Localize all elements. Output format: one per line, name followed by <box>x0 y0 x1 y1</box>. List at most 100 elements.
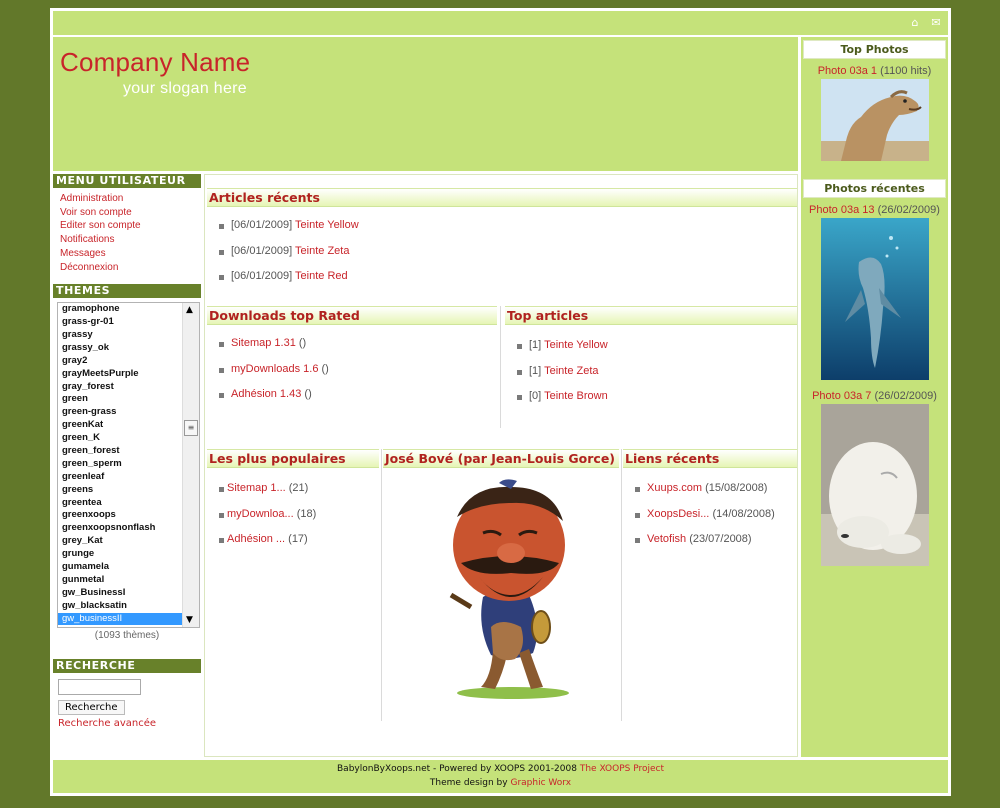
footer-xoops-link[interactable]: The XOOPS Project <box>580 764 664 774</box>
downloads-list: Sitemap 1.31 () myDownloads 1.6 () Adhés… <box>207 337 497 414</box>
scroll-thumb[interactable]: ≡ <box>184 420 198 437</box>
menu-item-logout[interactable]: Déconnexion <box>60 261 201 275</box>
theme-option[interactable]: grayMeetsPurple <box>58 368 182 381</box>
column-divider <box>621 449 622 721</box>
top-article-rank: [1] <box>529 339 542 351</box>
theme-option[interactable]: greenKat <box>58 419 182 432</box>
download-link[interactable]: myDownloads 1.6 <box>231 363 318 375</box>
theme-option[interactable]: grassy <box>58 329 182 342</box>
list-item: Vetofish (23/07/2008) <box>623 533 797 559</box>
theme-option[interactable]: greenxoops <box>58 509 182 522</box>
camel-photo[interactable] <box>820 79 929 161</box>
theme-option[interactable]: grey_Kat <box>58 535 182 548</box>
theme-option[interactable]: gray_forest <box>58 381 182 394</box>
top-articles-list: [1] Teinte Yellow [1] Teinte Zeta [0] Te… <box>505 339 797 416</box>
theme-option[interactable]: green <box>58 393 182 406</box>
scroll-up-icon[interactable]: ▲ <box>186 305 193 315</box>
top-photo-hits: (1100 hits) <box>880 65 932 77</box>
top-article-link[interactable]: Teinte Yellow <box>544 339 608 351</box>
theme-option[interactable]: gumamela <box>58 561 182 574</box>
recent-articles-list: [06/01/2009] Teinte Yellow [06/01/2009] … <box>207 219 797 296</box>
themes-scrollbar[interactable]: ▲ ≡ ▼ <box>182 303 199 628</box>
company-name[interactable]: Company Name <box>60 47 250 78</box>
menu-item-notifications[interactable]: Notifications <box>60 233 201 247</box>
top-article-link[interactable]: Teinte Brown <box>544 390 608 402</box>
theme-option[interactable]: gray2 <box>58 355 182 368</box>
download-meta: () <box>298 337 307 349</box>
recent-photo-1-caption: Photo 03a 13 (26/02/2009) <box>801 204 948 216</box>
theme-option[interactable]: green_K <box>58 432 182 445</box>
list-item: myDownloa... (18) <box>207 508 379 534</box>
recent-photo-1-link[interactable]: Photo 03a 13 <box>809 204 874 216</box>
theme-option[interactable]: gunmetal <box>58 574 182 587</box>
advanced-search-link[interactable]: Recherche avancée <box>58 718 201 729</box>
download-link[interactable]: Sitemap 1.31 <box>231 337 296 349</box>
download-link[interactable]: Adhésion 1.43 <box>231 388 301 400</box>
menu-item-view-account[interactable]: Voir son compte <box>60 206 201 220</box>
recent-articles-block: Articles récents [06/01/2009] Teinte Yel… <box>207 188 797 296</box>
list-item: XoopsDesi... (14/08/2008) <box>623 508 797 534</box>
recent-articles-title: Articles récents <box>207 188 797 207</box>
themes-listbox[interactable]: gramophone grass-gr-01 grassy grassy_ok gray… <box>57 302 200 629</box>
theme-option[interactable]: green_sperm <box>58 458 182 471</box>
popular-link[interactable]: Sitemap 1... <box>227 482 286 494</box>
search-input[interactable] <box>58 679 141 696</box>
home-icon[interactable]: ⌂ <box>909 17 921 29</box>
theme-option[interactable]: gw_BusinessI <box>58 587 182 600</box>
list-item: myDownloads 1.6 () <box>207 363 497 389</box>
bove-title: José Bové (par Jean-Louis Gorce) <box>383 449 619 468</box>
download-meta: () <box>321 362 329 375</box>
theme-option[interactable]: greenxoopsnonflash <box>58 522 182 535</box>
search-button[interactable]: Recherche <box>58 700 125 716</box>
article-link[interactable]: Teinte Zeta <box>295 245 349 257</box>
list-item: [06/01/2009] Teinte Yellow <box>207 219 797 245</box>
site-header: Company Name your slogan here <box>53 37 798 171</box>
article-link[interactable]: Teinte Red <box>295 270 348 282</box>
column-divider <box>381 449 382 721</box>
recent-links-title: Liens récents <box>623 449 797 468</box>
page-frame: ⌂ ✉ Company Name your slogan here Top Ph… <box>50 8 951 796</box>
theme-option[interactable]: greenleaf <box>58 471 182 484</box>
download-meta: () <box>304 388 312 400</box>
recent-link[interactable]: Vetofish <box>647 533 686 545</box>
popular-link[interactable]: Adhésion ... <box>227 533 285 545</box>
theme-option[interactable]: gw_blacksatin <box>58 600 182 613</box>
popular-block: Les plus populaires Sitemap 1... (21) my… <box>207 449 379 559</box>
menu-item-messages[interactable]: Messages <box>60 247 201 261</box>
dolphin-photo[interactable] <box>820 218 929 380</box>
theme-option[interactable]: green-grass <box>58 406 182 419</box>
recent-link[interactable]: Xuups.com <box>647 482 702 494</box>
theme-option[interactable]: gw_businessII <box>58 612 182 626</box>
scroll-down-icon[interactable]: ▼ <box>186 615 193 625</box>
recent-link[interactable]: XoopsDesi... <box>647 508 709 520</box>
bove-block: José Bové (par Jean-Louis Gorce) <box>383 449 619 721</box>
theme-option[interactable]: greentea <box>58 497 182 510</box>
theme-option[interactable]: greens <box>58 484 182 497</box>
article-link[interactable]: Teinte Yellow <box>295 219 359 231</box>
theme-option[interactable]: gramophone <box>58 303 182 316</box>
caricature-image[interactable] <box>431 477 571 701</box>
theme-option[interactable]: grass-gr-01 <box>58 316 182 329</box>
mail-icon[interactable]: ✉ <box>930 17 942 29</box>
recent-photo-2-link[interactable]: Photo 03a 7 <box>812 390 871 402</box>
menu-item-edit-account[interactable]: Editer son compte <box>60 219 201 233</box>
theme-option[interactable]: grassy_ok <box>58 342 182 355</box>
menu-item-administration[interactable]: Administration <box>60 192 201 206</box>
list-item: Sitemap 1... (21) <box>207 482 379 508</box>
main-content: Articles récents [06/01/2009] Teinte Yel… <box>204 174 798 757</box>
top-article-link[interactable]: Teinte Zeta <box>544 365 598 377</box>
list-item: [1] Teinte Zeta <box>505 365 797 391</box>
top-photo-link[interactable]: Photo 03a 1 <box>818 65 877 77</box>
popular-link[interactable]: myDownloa... <box>227 508 294 520</box>
themes-list[interactable]: gramophone grass-gr-01 grassy grassy_ok gray… <box>58 303 182 626</box>
article-date: [06/01/2009] <box>231 270 293 282</box>
popular-count: (21) <box>288 482 309 494</box>
top-articles-block: Top articles [1] Teinte Yellow [1] Teint… <box>505 306 797 424</box>
theme-option[interactable]: green_forest <box>58 445 182 458</box>
left-column: MENU UTILISATEUR Administration Voir son… <box>53 174 201 757</box>
company-slogan: your slogan here <box>123 80 247 97</box>
theme-option[interactable]: grunge <box>58 548 182 561</box>
footer-graphic-worx-link[interactable]: Graphic Worx <box>510 778 571 788</box>
polar-bear-photo[interactable] <box>820 404 929 566</box>
recent-links-list: Xuups.com (15/08/2008) XoopsDesi... (14/… <box>623 482 797 559</box>
